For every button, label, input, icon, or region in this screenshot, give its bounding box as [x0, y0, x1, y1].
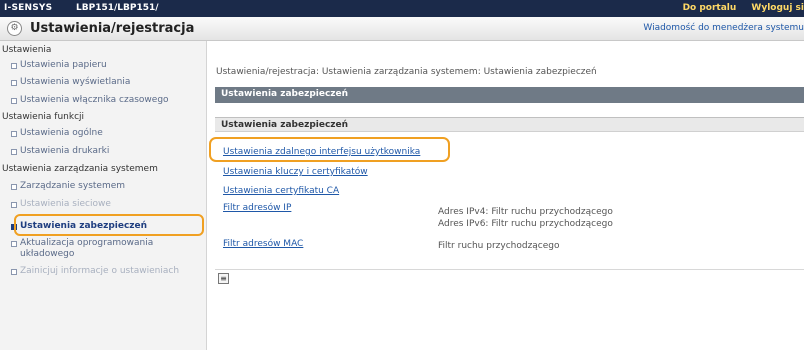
page-title: Ustawienia/rejestracja — [30, 21, 195, 36]
sidebar-item-firmware[interactable]: Aktualizacja oprogramowania układowego — [11, 238, 180, 260]
message-admin-link[interactable]: Wiadomość do menedżera systemu — [643, 23, 804, 33]
mac-filter-link[interactable]: Filtr adresów MAC — [223, 239, 303, 249]
sidebar-item-timer[interactable]: Ustawienia włącznika czasowego — [11, 95, 169, 105]
remote-ui-link-highlight — [209, 137, 450, 162]
sidebar-item-system-management[interactable]: Zarządzanie systemem — [10, 181, 125, 191]
brand-name: I-SENSYS — [4, 3, 53, 13]
security-item-highlight — [14, 214, 204, 236]
sidebar-item-init-settings[interactable]: Zainicjuj informacje o ustawieniach — [11, 266, 180, 277]
title-bar: ⚙ Ustawienia/rejestracja Wiadomość do me… — [0, 17, 804, 41]
sidebar-item-printer[interactable]: Ustawienia drukarki — [10, 146, 109, 156]
ca-certificate-link[interactable]: Ustawienia certyfikatu CA — [223, 186, 339, 196]
key-certificate-link[interactable]: Ustawienia kluczy i certyfikatów — [223, 167, 368, 177]
sidebar-item-network[interactable]: Ustawienia sieciowe — [11, 199, 111, 209]
sidebar-item-display[interactable]: Ustawienia wyświetlania — [10, 77, 130, 87]
model-name: LBP151/LBP151/ — [76, 3, 159, 13]
section-header: Ustawienia zabezpieczeń — [215, 87, 804, 103]
breadcrumb: Ustawienia/rejestracja: Ustawienia zarzą… — [216, 67, 597, 77]
ip-filter-desc-1: Adres IPv4: Filtr ruchu przychodzącego — [438, 207, 613, 217]
sidebar: Ustawienia Ustawienia papieru Ustawienia… — [0, 41, 207, 350]
ip-filter-link[interactable]: Filtr adresów IP — [223, 203, 291, 213]
sidebar-group-settings: Ustawienia — [2, 45, 52, 55]
panel-header: Ustawienia zabezpieczeń — [215, 118, 804, 132]
panel-divider — [215, 269, 804, 270]
settings-icon: ⚙ — [7, 21, 22, 36]
logout-link[interactable]: Wyloguj si — [751, 3, 804, 13]
top-bar: I-SENSYS LBP151/LBP151/ Do portalu Wylog… — [0, 0, 804, 17]
ip-filter-desc-2: Adres IPv6: Filtr ruchu przychodzącego — [438, 219, 613, 229]
sidebar-item-paper[interactable]: Ustawienia papieru — [11, 60, 107, 70]
mac-filter-desc: Filtr ruchu przychodzącego — [438, 241, 560, 251]
sidebar-item-general[interactable]: Ustawienia ogólne — [11, 128, 103, 138]
portal-link[interactable]: Do portalu — [683, 3, 737, 13]
menu-icon[interactable]: ≡ — [218, 273, 229, 284]
sidebar-group-functions: Ustawienia funkcji — [2, 112, 85, 122]
main-content: Ustawienia/rejestracja: Ustawienia zarzą… — [208, 41, 804, 350]
sidebar-group-system: Ustawienia zarządzania systemem — [2, 164, 158, 174]
top-links: Do portalu Wyloguj si — [671, 3, 804, 13]
